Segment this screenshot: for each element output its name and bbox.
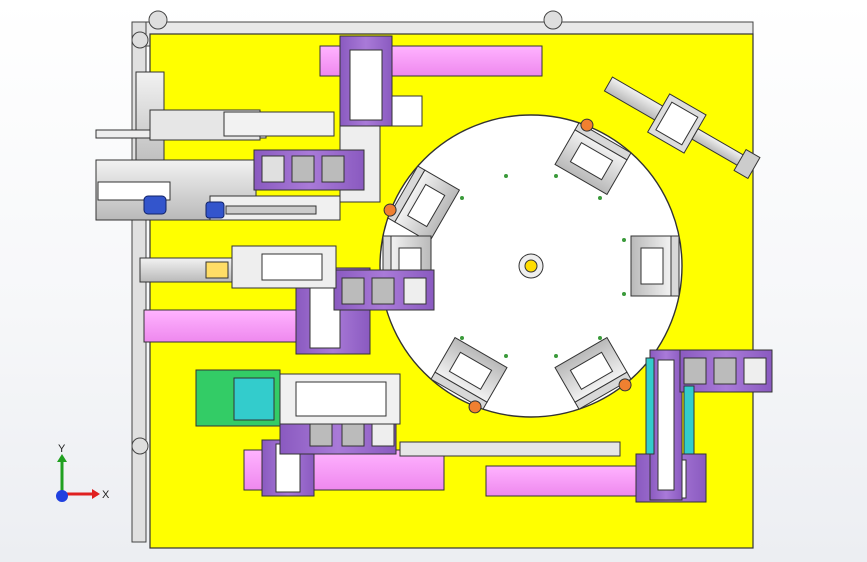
- triad-x-label: X: [102, 489, 110, 501]
- cylinder-left: [143, 309, 301, 343]
- cylinder-bottom-right: [485, 465, 647, 497]
- orientation-triad: X Y: [56, 443, 110, 502]
- cad-viewport[interactable]: X Y: [0, 0, 867, 562]
- machine-assembly-drawing: X Y: [56, 10, 773, 549]
- triad-y-label: Y: [58, 443, 66, 455]
- rotary-turntable: [379, 114, 683, 418]
- turntable-fixture: [630, 235, 680, 297]
- bottom-feeder: [195, 369, 401, 427]
